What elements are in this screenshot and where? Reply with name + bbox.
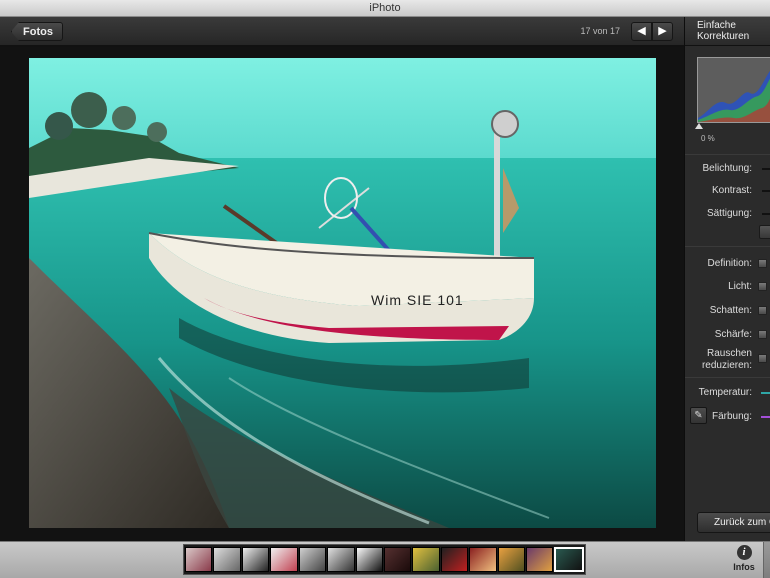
divider (685, 377, 770, 378)
filmstrip-thumbnail[interactable] (241, 547, 270, 572)
filmstrip-thumbnail[interactable] (469, 547, 497, 572)
filmstrip-thumbnail[interactable] (412, 547, 440, 572)
definition-label: Definition: (707, 258, 752, 269)
exposure-label: Belichtung: (702, 163, 752, 174)
tint-label: Färbung: (711, 411, 752, 422)
filmstrip (183, 544, 586, 575)
window-title-bar: iPhoto (0, 0, 770, 17)
tint-slider[interactable] (761, 416, 770, 418)
photo-view[interactable]: Wim SIE 101 (29, 58, 656, 528)
noise-reduction-label-line2: reduzieren: (701, 360, 752, 371)
filmstrip-thumbnail-selected[interactable] (554, 547, 584, 572)
contrast-slider[interactable] (762, 190, 770, 192)
sharpness-slider-knob[interactable] (758, 330, 767, 339)
photo-canvas: Wim SIE 101 (0, 47, 684, 541)
shadows-slider-knob[interactable] (758, 306, 767, 315)
next-photo-button[interactable]: ▶ (652, 22, 673, 41)
temperature-slider[interactable] (761, 392, 770, 394)
filmstrip-thumbnail[interactable] (355, 547, 383, 572)
tab-basic-adjustments[interactable]: Einfache Korrekturen (685, 17, 770, 46)
revert-to-original-button[interactable]: Zurück zum Original (697, 512, 770, 533)
filmstrip-thumbnail[interactable] (526, 547, 554, 572)
tab-label-line2: Korrekturen (697, 31, 750, 42)
tab-label-line1: Einfache (697, 20, 736, 31)
divider (685, 154, 770, 155)
highlights-slider-knob[interactable] (758, 282, 767, 291)
info-button[interactable]: i Infos (729, 545, 759, 572)
histogram-black-point-handle[interactable] (695, 123, 703, 129)
filmstrip-thumbnail[interactable] (298, 547, 327, 572)
noise-reduction-label: Rauschen reduzieren: (702, 348, 752, 372)
histogram-graph (698, 70, 770, 122)
noise-reduction-label-line1: Rauschen (706, 348, 752, 359)
highlights-label: Licht: (728, 281, 752, 292)
boat-photo: Wim SIE 101 (29, 58, 656, 528)
temperature-label: Temperatur: (698, 387, 752, 398)
photo-counter: 17 von 17 (580, 26, 620, 36)
arrow-right-icon: ▶ (658, 25, 667, 37)
definition-slider-knob[interactable] (758, 259, 767, 268)
histogram (697, 57, 770, 123)
saturation-options-button[interactable] (759, 225, 770, 239)
hull-registration-text: Wim SIE 101 (371, 292, 464, 308)
exposure-slider[interactable] (762, 168, 770, 170)
previous-photo-button[interactable]: ◀ (631, 22, 652, 41)
back-to-photos-button[interactable]: Fotos (11, 22, 63, 41)
noise-reduction-slider-knob[interactable] (758, 354, 767, 363)
filmstrip-thumbnail[interactable] (327, 547, 355, 572)
filmstrip-thumbnail[interactable] (213, 547, 241, 572)
window-title: iPhoto (369, 2, 401, 14)
arrow-left-icon: ◀ (637, 25, 646, 37)
filmstrip-thumbnail[interactable] (185, 547, 213, 572)
sharpness-label: Schärfe: (714, 329, 752, 340)
info-icon: i (736, 545, 752, 560)
filmstrip-thumbnail[interactable] (440, 547, 469, 572)
shadows-label: Schatten: (709, 305, 752, 316)
divider (685, 246, 770, 247)
bottom-bar: i Infos (0, 541, 770, 578)
saturation-slider[interactable] (762, 213, 770, 215)
eyedropper-button[interactable]: ✎ (690, 407, 707, 424)
eyedropper-icon: ✎ (694, 410, 703, 421)
viewer-toolbar: Fotos 17 von 17 ◀ ▶ (0, 17, 684, 46)
filmstrip-thumbnail[interactable] (270, 547, 298, 572)
saturation-label: Sättigung: (706, 208, 752, 219)
histogram-percent: 0 % (701, 134, 715, 143)
filmstrip-thumbnail[interactable] (497, 547, 526, 572)
contrast-label: Kontrast: (711, 185, 752, 196)
info-label: Infos (733, 562, 755, 572)
edit-button[interactable] (763, 542, 770, 578)
adjust-panel: Einfache Korrekturen 0 % Belichtung: Kon… (684, 17, 770, 541)
filmstrip-thumbnail[interactable] (383, 547, 412, 572)
